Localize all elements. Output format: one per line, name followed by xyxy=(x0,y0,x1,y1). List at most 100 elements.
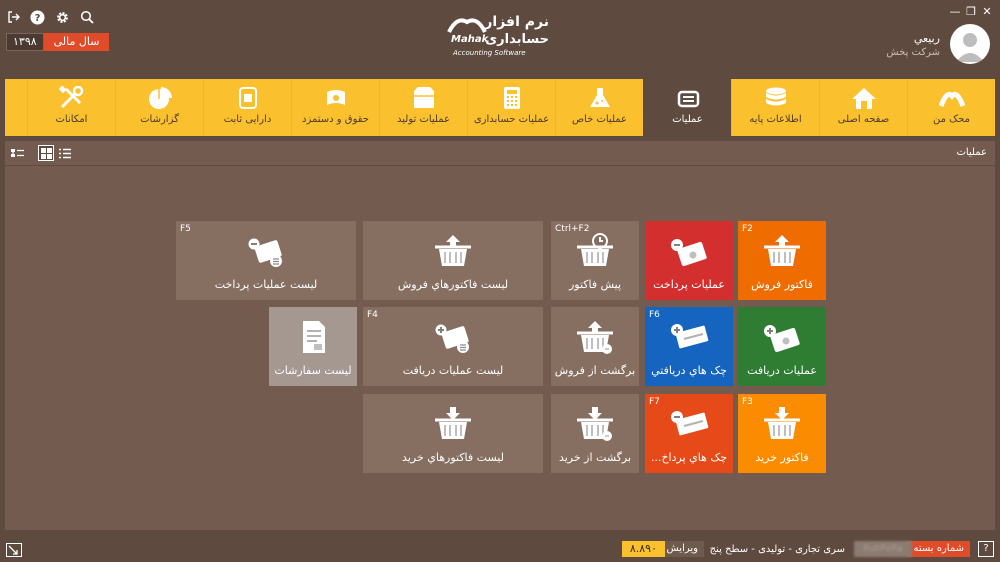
database-icon xyxy=(765,87,786,106)
workspace: عملیات F2 فاکتور فروش عملیات پرداخت Ctrl+… xyxy=(5,141,995,530)
logout-icon[interactable] xyxy=(6,9,22,25)
cash-minus-icon xyxy=(671,239,707,267)
calculator-icon xyxy=(503,87,520,109)
menu-item-label: محک من xyxy=(933,114,970,125)
menu-item-database[interactable]: اطلاعات پایه xyxy=(731,79,819,136)
cash-plus-icon xyxy=(764,325,800,353)
tile-receipt-ops[interactable]: عملیات دریافت xyxy=(738,307,826,386)
version-label: ویرایش xyxy=(660,541,704,557)
tile-label: فاکتور فروش xyxy=(751,278,813,291)
tile-label: برگشت از خرید xyxy=(558,451,632,464)
asset-icon xyxy=(238,87,257,109)
tile-payment-ops[interactable]: عملیات پرداخت xyxy=(645,221,733,300)
logo-brand: Mahak xyxy=(451,34,489,45)
series-label: شماره بسته xyxy=(907,541,970,557)
fiscal-year-value: ۱۳۹۸ xyxy=(6,33,44,51)
app-header: ? ۱۳۹۸ سال مالی نرم افزار حسابداری Mahak… xyxy=(0,0,1000,74)
tile-label: چک هاي پرداخ... xyxy=(650,451,728,464)
minimize-icon[interactable]: — xyxy=(948,4,962,18)
box-icon xyxy=(413,87,434,108)
sidebar-toggle-icon[interactable] xyxy=(6,542,22,561)
menu-item-label: اطلاعات پایه xyxy=(749,114,802,125)
cash-plus-list-icon xyxy=(435,324,469,353)
logo-sub: حسابداری xyxy=(485,32,549,47)
help-icon[interactable]: ? xyxy=(29,9,45,25)
tile-label: پیش فاکتور xyxy=(568,278,622,291)
svg-text:?: ? xyxy=(34,13,40,24)
shortcut-key: F5 xyxy=(180,224,191,234)
help-button[interactable]: ? xyxy=(978,541,994,557)
version-value: ۸.۸۹۰ xyxy=(621,541,665,557)
menu-item-label: امکانات xyxy=(55,114,88,125)
pie-chart-icon xyxy=(148,87,172,109)
basket-down-icon xyxy=(435,407,471,439)
menu-item-asset[interactable]: دارایی ثابت xyxy=(203,79,291,136)
status-bar: ? شماره بسته RubPeRa سری تجاری - تولیدی … xyxy=(0,536,1000,562)
settings-icon[interactable] xyxy=(54,9,70,25)
menu-item-label: عملیات xyxy=(672,114,703,125)
tile-purchase-invoice-list[interactable]: ليست فاکتورهاي خريد xyxy=(363,394,543,473)
menu-item-flask[interactable]: عملیات خاص xyxy=(555,79,643,136)
tile-payment-ops-list[interactable]: F5 لیست عملیات پرداخت xyxy=(176,221,356,300)
shortcut-key: F6 xyxy=(649,310,660,320)
tile-paid-cheques[interactable]: F7 چک هاي پرداخ... xyxy=(645,394,733,473)
shortcut-key: F7 xyxy=(649,397,660,407)
search-icon[interactable] xyxy=(79,9,95,25)
series-value: RubPeRa xyxy=(854,541,912,557)
tile-orders-list[interactable]: لیست سفارشات xyxy=(269,307,357,386)
tile-label: برگشت از فروش xyxy=(554,364,636,377)
menu-item-label: عملیات تولید xyxy=(397,114,450,125)
tile-label: عملیات دریافت xyxy=(747,364,817,377)
tile-receipt-ops-list[interactable]: F4 لیست عملیات دریافت xyxy=(363,307,543,386)
menu-item-label: دارایی ثابت xyxy=(223,114,272,125)
tile-purchase-return[interactable]: برگشت از خرید xyxy=(551,394,639,473)
menu-item-calculator[interactable]: عملیات حسابداری xyxy=(467,79,555,136)
company-name: شرکت پخش xyxy=(886,47,940,58)
tile-label: لیست عملیات دریافت xyxy=(402,364,504,377)
tile-label: چک هاي دريافتي xyxy=(651,364,727,377)
logo-mark-icon xyxy=(447,18,487,33)
menu-item-label: عملیات حسابداری xyxy=(473,114,550,125)
shortcut-key: F3 xyxy=(742,397,753,407)
fiscal-year-label: سال مالی xyxy=(43,33,110,51)
menu-item-mahak[interactable]: محک من xyxy=(907,79,995,136)
tile-pre-invoice[interactable]: Ctrl+F2 پیش فاکتور xyxy=(551,221,639,300)
tile-label: فاکتور خرید xyxy=(755,451,809,464)
tile-label: لیست سفارشات xyxy=(274,364,352,377)
shortcut-key: F2 xyxy=(742,224,753,234)
document-icon xyxy=(303,321,325,353)
fiscal-year[interactable]: ۱۳۹۸ سال مالی xyxy=(6,33,110,51)
flask-icon xyxy=(589,88,610,107)
home-icon xyxy=(851,88,876,109)
license-description: سری تجاری - تولیدی - سطح پنج xyxy=(709,544,845,555)
avatar[interactable] xyxy=(950,24,990,64)
tile-grid: F2 فاکتور فروش عملیات پرداخت Ctrl+F2 پیش … xyxy=(5,141,995,530)
tile-sales-invoice-list[interactable]: ليست فاکتورهاي فروش xyxy=(363,221,543,300)
menu-item-pie-chart[interactable]: گزارشات xyxy=(115,79,203,136)
cash-minus-list-icon xyxy=(248,238,282,267)
operations-icon xyxy=(677,90,699,108)
tile-sales-invoice[interactable]: F2 فاکتور فروش xyxy=(738,221,826,300)
menu-item-label: گزارشات xyxy=(140,114,179,125)
menu-item-money[interactable]: حقوق و دستمزد xyxy=(291,79,379,136)
basket-down-icon xyxy=(764,407,800,439)
tile-label: عملیات پرداخت xyxy=(653,278,725,291)
tile-label: لیست عملیات پرداخت xyxy=(214,278,318,291)
close-icon[interactable]: ✕ xyxy=(980,4,994,18)
menu-item-label: عملیات خاص xyxy=(571,114,628,125)
menu-item-box[interactable]: عملیات تولید xyxy=(379,79,467,136)
app-logo: نرم افزار حسابداری Mahak Accounting Soft… xyxy=(445,12,557,64)
logo-tagline: Accounting Software xyxy=(453,49,526,57)
cheque-minus-icon xyxy=(671,411,709,436)
tile-received-cheques[interactable]: F6 چک هاي دريافتي xyxy=(645,307,733,386)
menu-item-home[interactable]: صفحه اصلی xyxy=(819,79,907,136)
tile-purchase-invoice[interactable]: F3 فاکتور خرید xyxy=(738,394,826,473)
main-menu: محک من صفحه اصلی اطلاعات پایه عملیات عمل… xyxy=(5,79,995,136)
menu-item-tools[interactable]: امکانات xyxy=(27,79,115,136)
tile-sales-return[interactable]: برگشت از فروش xyxy=(551,307,639,386)
tile-label: ليست فاکتورهاي فروش xyxy=(397,278,509,291)
tools-icon xyxy=(58,86,83,109)
menu-item-operations[interactable]: عملیات xyxy=(643,79,731,136)
logo-title: نرم افزار xyxy=(484,14,549,30)
restore-icon[interactable]: ❐ xyxy=(964,4,978,18)
